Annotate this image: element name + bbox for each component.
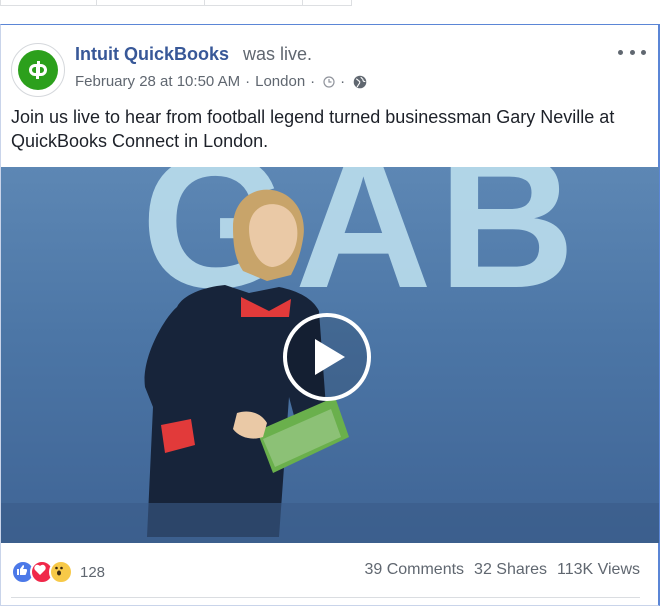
meta-separator: · [340, 73, 346, 90]
video-player[interactable]: GAB [1, 167, 659, 543]
reaction-summary[interactable]: 128 [11, 560, 105, 584]
page-name-link[interactable]: Intuit QuickBooks [75, 44, 229, 65]
dot-icon [641, 49, 646, 55]
shares-link[interactable]: 32 Shares [474, 561, 547, 579]
post-timestamp[interactable]: February 28 at 10:50 AM [75, 73, 240, 90]
divider [11, 597, 640, 598]
post-card: Intuit QuickBooks was live. February 28 … [0, 24, 660, 606]
top-tab[interactable] [0, 0, 97, 6]
views-count: 113K Views [556, 561, 640, 578]
more-options-button[interactable] [618, 45, 646, 59]
live-status-text: was live. [243, 44, 313, 64]
dot-icon [618, 49, 623, 55]
post-text: Join us live to hear from football legen… [11, 107, 615, 151]
comments-link[interactable]: 39 Comments [364, 561, 464, 579]
globe-icon[interactable] [353, 75, 367, 89]
wow-icon [49, 560, 73, 584]
top-tab-strip [0, 0, 666, 8]
engagement-stats: 39 Comments 32 Shares 113K Views [354, 561, 640, 579]
quickbooks-logo-icon [18, 50, 58, 90]
top-tab[interactable] [302, 0, 352, 6]
play-button[interactable] [283, 313, 371, 401]
top-tab[interactable] [96, 0, 205, 6]
post-location[interactable]: London [255, 73, 305, 90]
play-icon [315, 339, 345, 375]
meta-separator: · [245, 73, 251, 90]
dot-icon [629, 49, 635, 55]
reaction-count: 128 [80, 563, 106, 581]
post-meta: February 28 at 10:50 AM · London · · [75, 73, 367, 90]
top-tab[interactable] [204, 0, 303, 6]
stage-floor [1, 503, 659, 543]
meta-separator: · [310, 73, 316, 90]
clock-icon [323, 75, 335, 88]
avatar[interactable] [11, 43, 65, 97]
